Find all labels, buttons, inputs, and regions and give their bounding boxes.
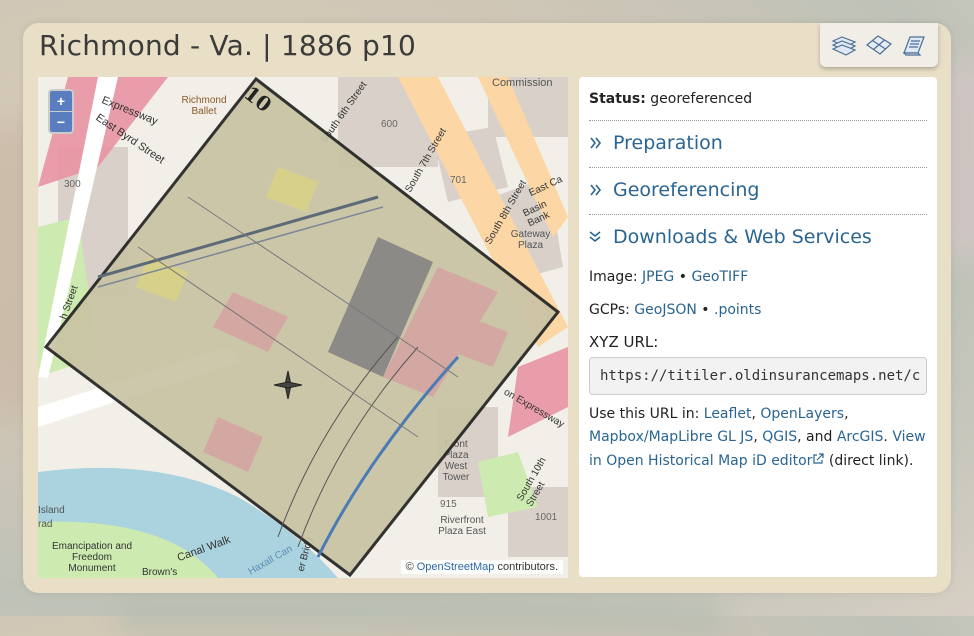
xyz-label: XYZ URL: <box>589 333 659 352</box>
use-prefix: Use this URL in: <box>589 406 700 423</box>
leaflet-link[interactable]: Leaflet <box>704 406 752 422</box>
page-title: Richmond - Va. | 1886 p10 <box>39 29 417 62</box>
section-label: Georeferencing <box>613 179 760 201</box>
view-toolbar <box>820 23 938 67</box>
comma: , <box>844 406 849 423</box>
zoom-control: + − <box>48 89 74 134</box>
direct-link-text: (direct link). <box>828 452 914 469</box>
zoom-in-button[interactable]: + <box>50 91 72 111</box>
zoom-out-button[interactable]: − <box>50 111 72 132</box>
geojson-link[interactable]: GeoJSON <box>634 302 697 318</box>
gcps-label: GCPs: <box>589 302 630 319</box>
xyz-url-field[interactable]: https://titiler.oldinsurancemaps.net/c <box>589 357 927 396</box>
info-sidebar: Status: georeferenced Preparation Georef… <box>579 77 937 577</box>
preparation-toggle[interactable]: Preparation <box>589 132 927 154</box>
comma: , <box>753 429 758 446</box>
downloads-toggle[interactable]: Downloads & Web Services <box>589 226 927 248</box>
map-attribution: © OpenStreetMap contributors. <box>400 560 563 574</box>
map-grid-icon[interactable] <box>864 30 894 60</box>
chevrons-right-icon <box>589 184 605 196</box>
book-icon[interactable] <box>899 30 929 60</box>
status-label: Status: <box>589 91 646 107</box>
image-label: Image: <box>589 269 638 285</box>
section-label: Downloads & Web Services <box>613 226 872 248</box>
attribution-suffix: contributors. <box>497 561 558 573</box>
attribution-copyright: © <box>405 561 414 573</box>
osm-link[interactable]: OpenStreetMap <box>417 561 495 573</box>
chevrons-down-icon <box>589 230 605 244</box>
chevrons-right-icon <box>589 137 605 149</box>
section-downloads: Downloads & Web Services Image: JPEG • G… <box>589 214 927 473</box>
comma: , <box>751 406 756 423</box>
usage-text: Use this URL in: Leaflet, OpenLayers, Ma… <box>589 403 927 472</box>
section-preparation: Preparation <box>589 120 927 154</box>
jpeg-link[interactable]: JPEG <box>642 269 674 285</box>
viewer-panel: Richmond - Va. | 1886 p10 Expressway Eas… <box>23 23 951 593</box>
map-stack-icon[interactable] <box>829 30 859 60</box>
external-link-icon <box>812 452 825 469</box>
qgis-link[interactable]: QGIS <box>762 429 797 445</box>
georeferencing-toggle[interactable]: Georeferencing <box>589 179 927 201</box>
bullet: • <box>678 269 687 285</box>
background-blur <box>120 596 720 636</box>
map-view[interactable]: Expressway East Byrd Street Richmond Bal… <box>38 77 568 578</box>
historic-map-overlay <box>43 77 561 578</box>
bullet: • <box>701 302 710 319</box>
geotiff-link[interactable]: GeoTIFF <box>691 269 748 285</box>
period: . <box>883 429 888 446</box>
image-downloads: Image: JPEG • GeoTIFF <box>589 268 927 286</box>
points-link[interactable]: .points <box>714 302 761 318</box>
arcgis-link[interactable]: ArcGIS <box>837 429 884 445</box>
section-label: Preparation <box>613 132 723 154</box>
section-georeferencing: Georeferencing <box>589 167 927 201</box>
openlayers-link[interactable]: OpenLayers <box>760 406 844 422</box>
mapbox-link[interactable]: Mapbox/MapLibre GL JS <box>589 429 753 445</box>
status-value: georeferenced <box>650 91 753 107</box>
status-line: Status: georeferenced <box>589 91 927 107</box>
and-text: , and <box>797 429 833 446</box>
gcps-downloads: GCPs: GeoJSON • .points <box>589 301 927 319</box>
